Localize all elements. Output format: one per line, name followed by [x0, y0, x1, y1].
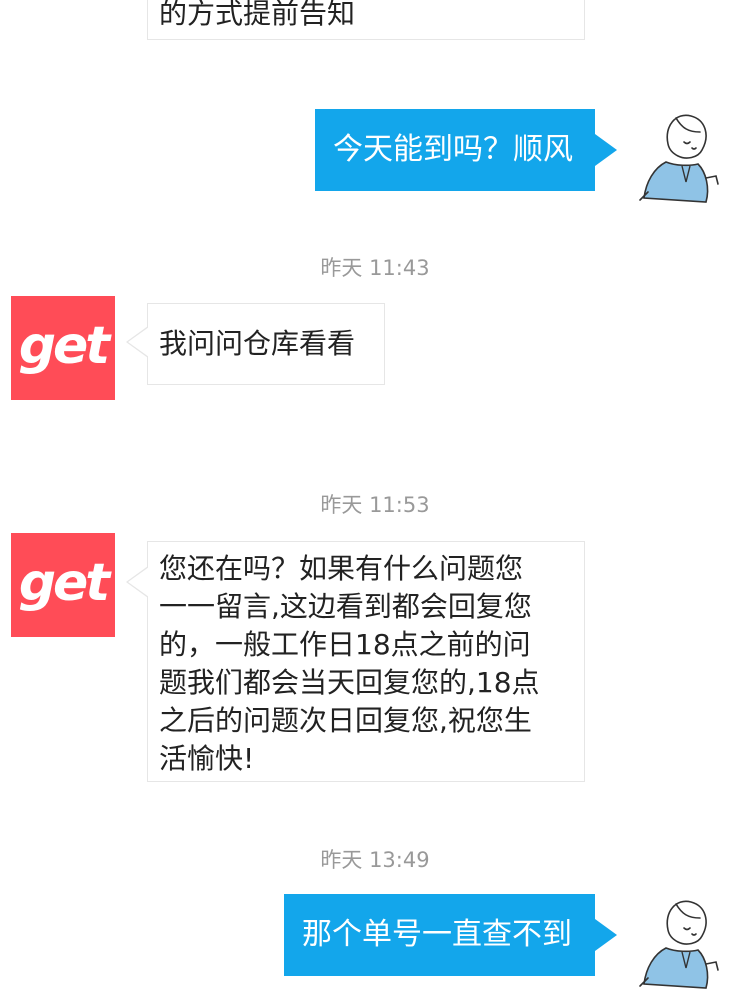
shop-avatar[interactable]: get [11, 533, 115, 637]
message-text: 那个单号一直查不到 [302, 917, 572, 952]
incoming-message-bubble[interactable]: 您还在吗？如果有什么问题您 一一留言,这边看到都会回复您 的，一般工作日18点之… [147, 541, 585, 782]
get-logo-icon: get [18, 316, 110, 376]
bubble-tail [126, 566, 149, 598]
message-line: 题我们都会当天回复您的,18点 [159, 666, 540, 699]
incoming-message-bubble[interactable]: 我问问仓库看看 [147, 303, 385, 385]
outgoing-message-bubble[interactable]: 今天能到吗？顺风 [315, 109, 595, 191]
message-line: 您还在吗？如果有什么问题您 [159, 552, 524, 585]
message-text: 我问问仓库看看 [159, 327, 356, 360]
message-line: 一一留言,这边看到都会回复您 [159, 590, 532, 623]
message-timestamp: 昨天 11:43 [320, 256, 430, 280]
bubble-tail [595, 919, 617, 951]
bubble-tail [595, 134, 617, 166]
user-avatar[interactable] [636, 106, 726, 206]
chat-message-list[interactable]: 的方式提前告知 今天能到吗？顺风 昨天 11:43 get 我问问仓库看看 昨天… [0, 0, 750, 999]
message-line: 的，一般工作日18点之前的问 [159, 628, 531, 661]
message-text: 今天能到吗？顺风 [333, 132, 573, 167]
message-line: 之后的问题次日回复您,祝您生 [159, 704, 532, 737]
outgoing-message-bubble[interactable]: 那个单号一直查不到 [284, 894, 595, 976]
message-line: 活愉快! [159, 742, 255, 775]
bubble-tail [126, 326, 149, 358]
incoming-message-bubble[interactable]: 的方式提前告知 [147, 0, 585, 40]
message-timestamp: 昨天 11:53 [320, 493, 430, 517]
message-text: 的方式提前告知 [159, 0, 356, 30]
message-timestamp: 昨天 13:49 [320, 848, 430, 872]
get-logo-icon: get [18, 553, 110, 613]
user-avatar[interactable] [636, 892, 726, 992]
shop-avatar[interactable]: get [11, 296, 115, 400]
